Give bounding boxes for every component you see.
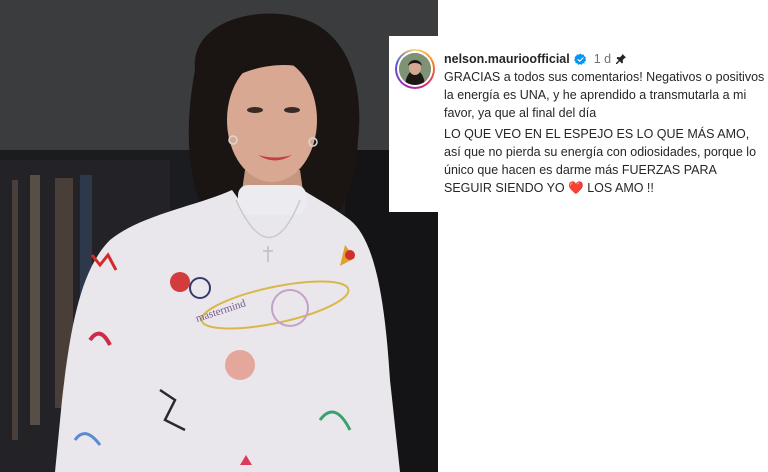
post-photo: mastermind: [0, 0, 438, 472]
instagram-comment: nelson.maurioofficial 1 d GRACIAS a todo…: [389, 36, 768, 212]
verified-badge-icon: [573, 53, 587, 66]
comment-paragraph-1: GRACIAS a todos sus comentarios! Negativ…: [444, 70, 765, 120]
comment-paragraph-2-end: LOS AMO !!: [587, 180, 654, 195]
comment-paragraph-2: LO QUE VEO EN EL ESPEJO ES LO QUE MÁS AM…: [444, 126, 766, 197]
avatar-image: [399, 53, 431, 85]
avatar[interactable]: [395, 49, 435, 89]
photo-illustration: mastermind: [0, 0, 438, 472]
comment-text: GRACIAS a todos sus comentarios! Negativ…: [444, 69, 766, 198]
pin-icon: [615, 53, 627, 65]
username[interactable]: nelson.maurioofficial: [444, 52, 570, 66]
heart-emoji-icon: ❤️: [568, 180, 584, 195]
comment-time: 1 d: [593, 52, 612, 66]
comment-meta: nelson.maurioofficial 1 d: [444, 50, 627, 68]
